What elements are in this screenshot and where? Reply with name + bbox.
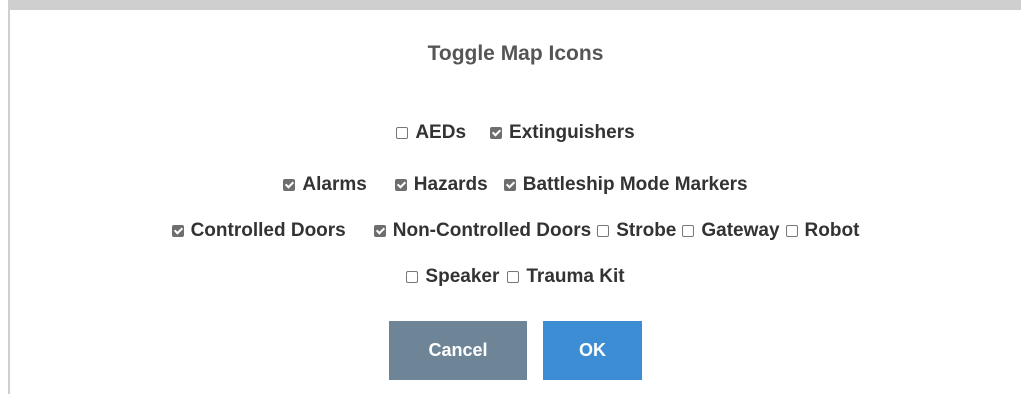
toggle-map-icons-dialog: Toggle Map Icons AEDs Extinguishers Alar… [0,0,1021,394]
option-controlled-doors[interactable]: Controlled Doors [171,220,346,242]
checkbox-strobe[interactable] [597,225,610,237]
option-label: Extinguishers [509,122,635,143]
option-hazards[interactable]: Hazards [394,174,488,196]
option-label: Strobe [616,220,677,241]
checkbox-battleship-mode-markers[interactable] [503,179,516,191]
checkbox-trauma-kit[interactable] [507,271,520,283]
checkbox-extinguishers[interactable] [490,127,503,139]
option-non-controlled-doors[interactable]: Non-Controlled Doors [373,220,592,242]
checkbox-aeds[interactable] [396,127,409,139]
options-row-2: Alarms Hazards Battleship Mode Markers [10,174,1021,196]
checkbox-non-controlled-doors[interactable] [373,225,386,237]
option-strobe[interactable]: Strobe [597,220,676,242]
option-label: Controlled Doors [190,220,346,241]
option-label: Battleship Mode Markers [522,174,748,195]
checkbox-gateway[interactable] [682,225,695,237]
dialog-title: Toggle Map Icons [427,42,604,65]
option-label: Trauma Kit [526,266,625,287]
dialog-top-border [8,0,1021,10]
option-alarms[interactable]: Alarms [283,174,367,196]
option-label: AEDs [415,122,467,143]
option-label: Alarms [302,174,367,195]
dialog-buttons: Cancel OK [10,321,1021,380]
checkbox-alarms[interactable] [283,179,296,191]
option-label: Hazards [413,174,488,195]
option-battleship-mode-markers[interactable]: Battleship Mode Markers [503,174,748,196]
checkbox-speaker[interactable] [406,271,419,283]
ok-button[interactable]: OK [543,321,642,380]
checkbox-robot[interactable] [785,225,798,237]
options-row-1: AEDs Extinguishers [10,122,1021,144]
option-gateway[interactable]: Gateway [682,220,780,242]
options-row-3: Controlled Doors Non-Controlled Doors St… [10,220,1021,242]
option-robot[interactable]: Robot [785,220,860,242]
option-trauma-kit[interactable]: Trauma Kit [507,266,625,288]
options-row-4: Speaker Trauma Kit [10,266,1021,288]
option-label: Non-Controlled Doors [392,220,592,241]
checkbox-controlled-doors[interactable] [171,225,184,237]
option-aeds[interactable]: AEDs [396,122,466,144]
option-label: Speaker [425,266,500,287]
checkbox-hazards[interactable] [394,179,407,191]
cancel-button[interactable]: Cancel [389,321,527,380]
option-label: Robot [804,220,860,241]
option-extinguishers[interactable]: Extinguishers [490,122,635,144]
option-label: Gateway [701,220,780,241]
option-speaker[interactable]: Speaker [406,266,499,288]
